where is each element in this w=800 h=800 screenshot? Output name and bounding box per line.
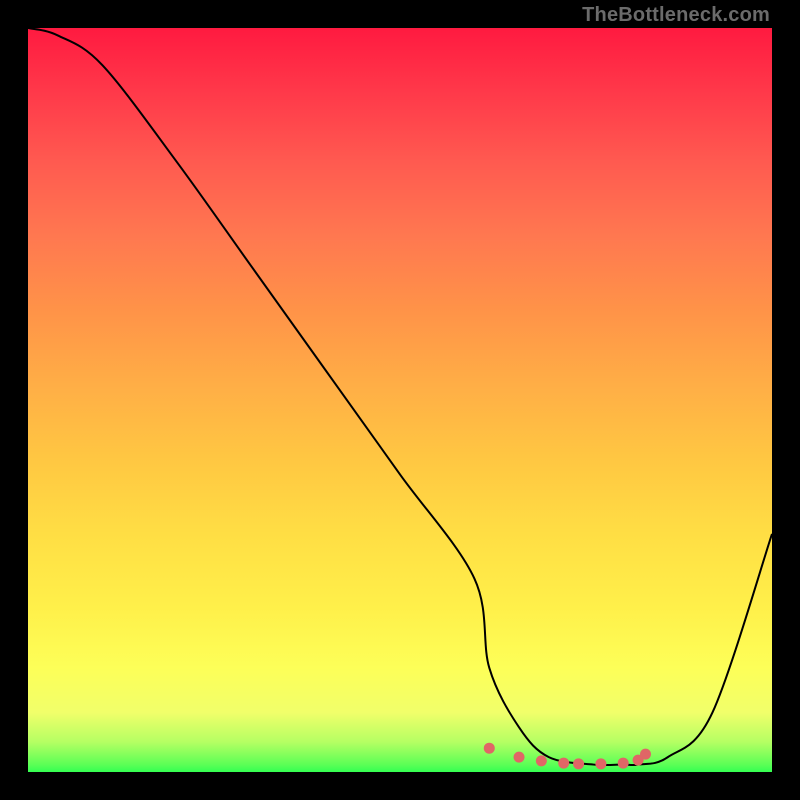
optimal-dot [536, 755, 547, 766]
optimal-dot [573, 758, 584, 769]
optimal-dot [618, 758, 629, 769]
bottleneck-curve [28, 28, 772, 765]
optimal-dot [484, 743, 495, 754]
optimal-range-dots [484, 743, 651, 770]
curve-layer [28, 28, 772, 772]
bottleneck-curve-path [28, 28, 772, 765]
plot-area [28, 28, 772, 772]
optimal-dot [640, 749, 651, 760]
optimal-dot [558, 758, 569, 769]
watermark-text: TheBottleneck.com [582, 4, 770, 27]
chart-frame: TheBottleneck.com [0, 0, 800, 800]
optimal-dot [595, 758, 606, 769]
optimal-dot [514, 752, 525, 763]
